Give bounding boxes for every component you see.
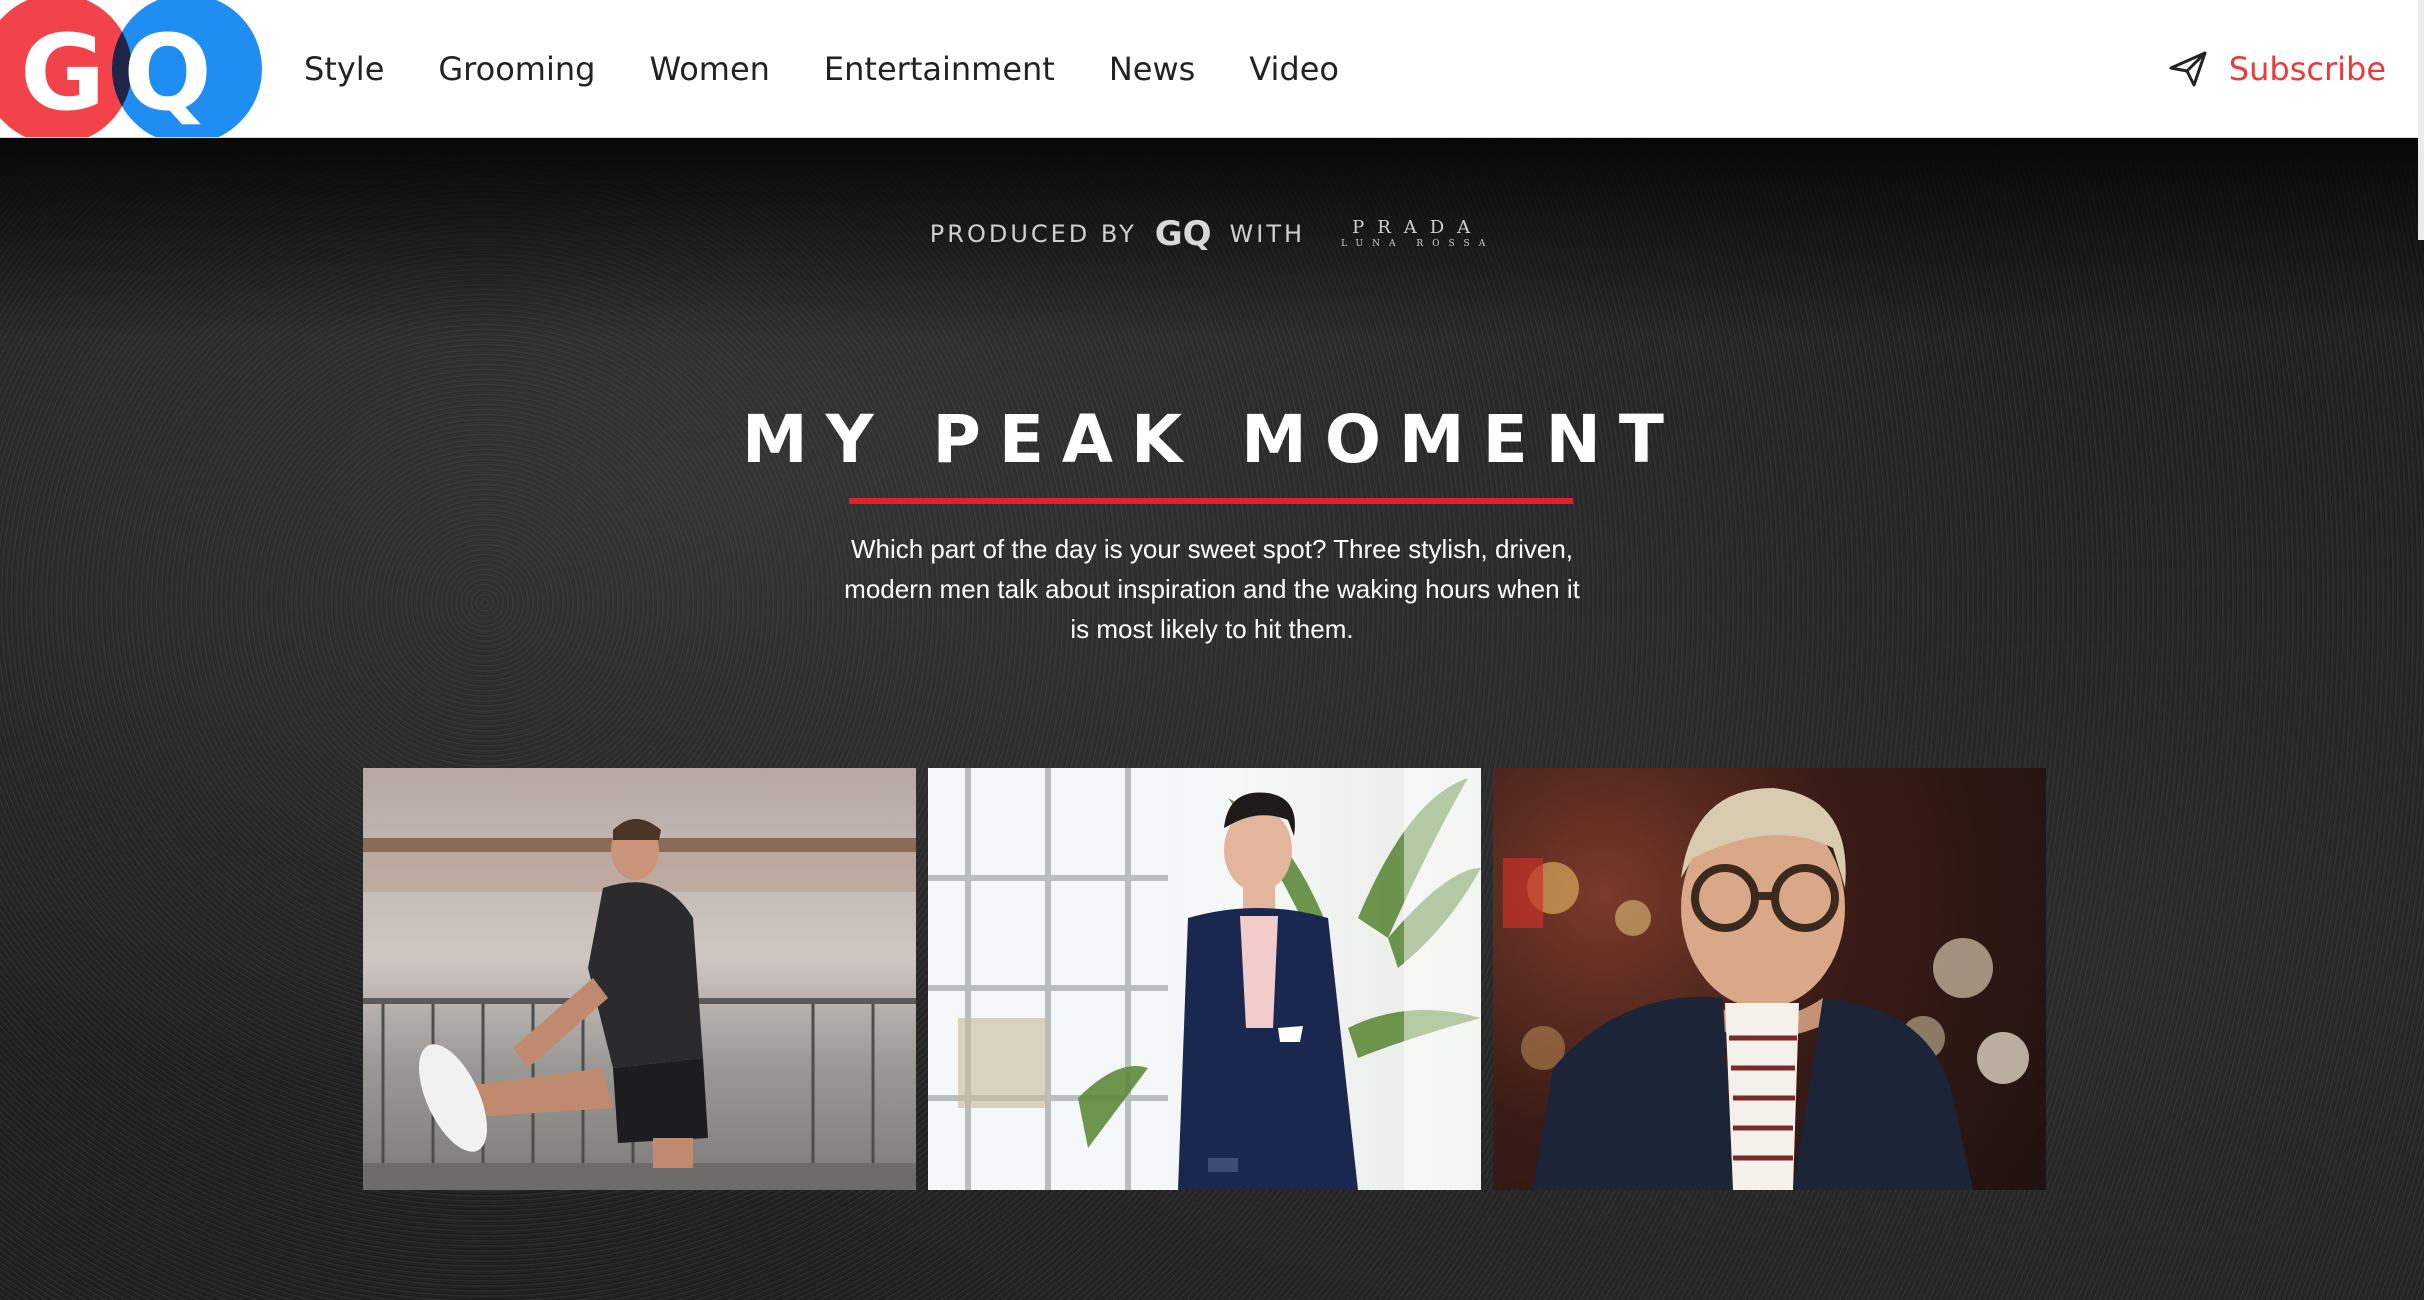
site-header: GQ Style Grooming Women Entertainment Ne… [0, 0, 2424, 138]
gq-mini-logo: GQ [1154, 214, 1212, 254]
luna-rossa-wordmark: LUNA ROSSA [1341, 239, 1495, 249]
nav-item-news[interactable]: News [1109, 50, 1195, 88]
nav-item-video[interactable]: Video [1249, 50, 1339, 88]
nav-item-entertainment[interactable]: Entertainment [824, 50, 1055, 88]
page-scrollbar[interactable] [2418, 0, 2424, 240]
page-title: MY PEAK MOMENT [742, 401, 1682, 478]
businessman-photo [928, 768, 1481, 1190]
paper-plane-icon [2169, 51, 2207, 86]
produced-by-text: PRODUCED BY [929, 220, 1137, 248]
prada-logo: PRADA LUNA ROSSA [1341, 218, 1494, 250]
athlete-photo [363, 819, 916, 1190]
intro-paragraph: Which part of the day is your sweet spot… [844, 534, 1580, 644]
subscribe-label: Subscribe [2228, 49, 2386, 88]
main-nav: Style Grooming Women Entertainment News … [304, 0, 1393, 137]
sponsor-line: PRODUCED BY GQ WITH PRADA LUNA ROSSA [0, 204, 2424, 264]
profile-card-businessman[interactable] [928, 768, 1481, 1190]
nav-item-style[interactable]: Style [304, 50, 384, 88]
glasses-man-photo [1503, 788, 2029, 1190]
nav-item-grooming[interactable]: Grooming [438, 50, 595, 88]
prada-wordmark: PRADA [1352, 217, 1484, 238]
profile-card-athlete[interactable] [363, 768, 916, 1190]
subscribe-button[interactable]: Subscribe [2167, 0, 2386, 137]
gq-logo[interactable]: GQ [0, 0, 270, 137]
hero-section: PRODUCED BY GQ WITH PRADA LUNA ROSSA MY … [0, 138, 2424, 1300]
profile-card-glasses-man[interactable] [1493, 768, 2046, 1190]
title-underline [849, 498, 1573, 504]
with-text: WITH [1229, 220, 1306, 248]
logo-letters: GQ [20, 12, 230, 134]
nav-item-women[interactable]: Women [649, 50, 769, 88]
